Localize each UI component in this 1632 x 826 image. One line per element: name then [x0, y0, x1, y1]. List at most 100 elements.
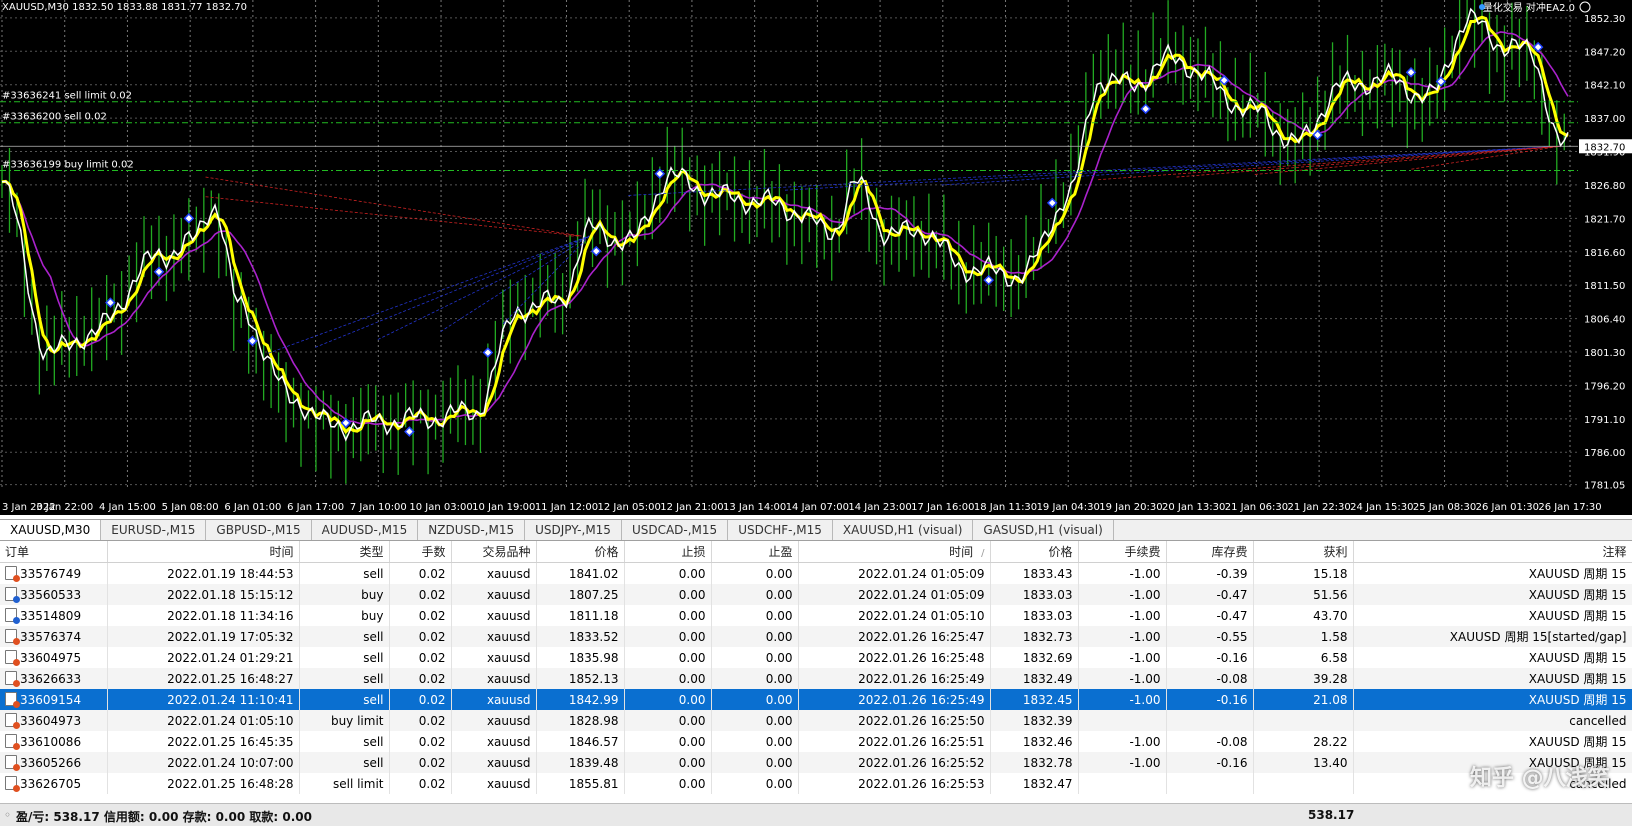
- trade-connector: [1411, 145, 1561, 170]
- table-row[interactable]: 33609154 2022.01.24 11:10:41 sell 0.02 xauus…: [0, 689, 1632, 710]
- lots-value: 0.02: [418, 713, 446, 728]
- open-time-value: 2022.01.24 10:07:00: [167, 755, 294, 770]
- column-header[interactable]: 止盈: [711, 541, 799, 563]
- cell-close-price: 1832.46: [990, 731, 1079, 752]
- trade-arrow-icon: [1532, 41, 1544, 53]
- price-tick-label: 1801.30: [1584, 348, 1625, 359]
- tab-usdchf-m15[interactable]: USDCHF-,M15: [728, 520, 833, 540]
- tp-value: 0.00: [765, 650, 793, 665]
- symbol-value: xauusd: [486, 650, 531, 665]
- cell-open-price: 1828.98: [536, 710, 625, 731]
- cell-open-price: 1841.02: [536, 562, 625, 584]
- time-tick-label: 12 Jan 21:00: [660, 502, 723, 513]
- sl-value: 0.00: [678, 692, 706, 707]
- cell-lots: 0.02: [389, 605, 452, 626]
- column-header[interactable]: 止损: [624, 541, 712, 563]
- tab-usdjpy-m15[interactable]: USDJPY-,M15: [525, 520, 622, 540]
- table-row[interactable]: 33626633 2022.01.25 16:48:27 sell 0.02 xauus…: [0, 668, 1632, 689]
- column-header[interactable]: 注释: [1353, 541, 1632, 563]
- table-row[interactable]: 33514809 2022.01.18 11:34:16 buy 0.02 xauusd…: [0, 605, 1632, 626]
- swap-value: -0.16: [1216, 650, 1248, 665]
- cell-swap: -0.16: [1166, 689, 1254, 710]
- swap-value: -0.55: [1216, 629, 1248, 644]
- trade-connector: [941, 145, 1561, 186]
- cell-open-time: 2022.01.24 10:07:00: [107, 752, 300, 773]
- table-row[interactable]: 33610086 2022.01.25 16:45:35 sell 0.02 xauus…: [0, 731, 1632, 752]
- smiley-icon: [1579, 1, 1591, 13]
- column-header[interactable]: 价格: [990, 541, 1079, 563]
- comment-value: XAUUSD 周期 15: [1528, 588, 1627, 602]
- cell-order: 33605266: [0, 752, 108, 773]
- cell-sl: 0.00: [624, 605, 712, 626]
- sell-trade-connector: [205, 196, 582, 237]
- cell-type: sell: [299, 752, 390, 773]
- tab-xauusd-h1-visual[interactable]: XAUUSD,H1 (visual): [833, 520, 974, 540]
- column-header[interactable]: 手续费: [1078, 541, 1167, 563]
- open-price-value: 1841.02: [568, 566, 619, 581]
- column-header[interactable]: 时间: [107, 541, 300, 563]
- open-time-value: 2022.01.18 15:15:12: [167, 587, 294, 602]
- cell-symbol: xauusd: [451, 562, 537, 584]
- order-value: 33514809: [20, 609, 82, 623]
- cell-profit: 43.70: [1253, 605, 1354, 626]
- commission-value: -1.00: [1129, 629, 1161, 644]
- commission-value: -1.00: [1129, 566, 1161, 581]
- cell-swap: -0.39: [1166, 562, 1254, 584]
- cell-close-price: 1832.78: [990, 752, 1079, 773]
- order-value: 33576749: [20, 567, 82, 581]
- cell-close-time: 2022.01.26 16:25:52: [798, 752, 991, 773]
- table-row[interactable]: 33626705 2022.01.25 16:48:28 sell limit 0.0…: [0, 773, 1632, 794]
- price-tick-label: 1806.40: [1584, 315, 1625, 326]
- sl-value: 0.00: [678, 776, 706, 791]
- column-header[interactable]: 时间 /: [798, 541, 991, 563]
- tab-audusd-m15[interactable]: AUDUSD-,M15: [312, 520, 419, 540]
- trade-arrow-icon: [1140, 103, 1151, 115]
- column-header[interactable]: 库存费: [1166, 541, 1254, 563]
- cell-comment: XAUUSD 周期 15: [1353, 562, 1632, 584]
- chart-canvas[interactable]: 3 Jan 20223 Jan 22:00 4 Jan 15:00 5 Jan 08…: [0, 0, 1632, 515]
- order-type-dot-icon: [13, 596, 20, 603]
- time-tick-label: 10 Jan 03:00: [409, 502, 472, 513]
- table-row[interactable]: 33604975 2022.01.24 01:29:21 sell 0.02 xauus…: [0, 647, 1632, 668]
- close-time-value: 2022.01.24 01:05:10: [858, 608, 985, 623]
- column-header[interactable]: 获利: [1253, 541, 1354, 563]
- cell-tp: 0.00: [711, 710, 799, 731]
- price-chart[interactable]: 3 Jan 2022 3 Jan 22:00 4 Jan 15:00 5 Jan 08…: [0, 0, 1632, 515]
- tab-usdcad-m15[interactable]: USDCAD-,M15: [622, 520, 729, 540]
- cell-profit: 1.58: [1253, 626, 1354, 647]
- time-tick-label: 26 Jan 17:30: [1538, 502, 1601, 513]
- order-document-icon: [5, 629, 20, 645]
- tab-xauusd-m30[interactable]: XAUUSD,M30: [0, 520, 102, 540]
- price-tick-label: 1826.80: [1584, 181, 1625, 192]
- column-header[interactable]: 价格: [536, 541, 625, 563]
- cell-swap: [1166, 710, 1254, 731]
- tab-eurusd-m15[interactable]: EURUSD-,M15: [101, 520, 207, 540]
- cell-type: buy limit: [299, 710, 390, 731]
- time-tick-label: 6 Jan 01:00: [224, 502, 281, 513]
- type-value: sell: [363, 566, 384, 581]
- cell-sl: 0.00: [624, 752, 712, 773]
- type-value: buy limit: [330, 713, 384, 728]
- column-header[interactable]: 类型: [299, 541, 390, 563]
- column-header-label: 止损: [681, 545, 706, 559]
- cell-swap: -0.08: [1166, 731, 1254, 752]
- cell-open-time: 2022.01.25 16:48:28: [107, 773, 300, 794]
- cell-open-time: 2022.01.19 18:44:53: [107, 562, 300, 584]
- table-row[interactable]: 33576374 2022.01.19 17:05:32 sell 0.02 xauus…: [0, 626, 1632, 647]
- cell-lots: 0.02: [389, 626, 452, 647]
- tab-nzdusd-m15[interactable]: NZDUSD-,M15: [418, 520, 526, 540]
- column-header[interactable]: 手数: [389, 541, 452, 563]
- time-tick-label: 14 Jan 07:00: [786, 502, 849, 513]
- cell-profit: 21.08: [1253, 689, 1354, 710]
- tab-gasusd-h1-visual[interactable]: GASUSD,H1 (visual): [973, 520, 1114, 540]
- cell-symbol: xauusd: [451, 668, 537, 689]
- table-row[interactable]: 33604973 2022.01.24 01:05:10 buy limit 0.02…: [0, 710, 1632, 731]
- tab-gbpusd-m15[interactable]: GBPUSD-,M15: [206, 520, 312, 540]
- trade-arrow-icon: [247, 335, 258, 347]
- time-tick-label: 13 Jan 14:00: [723, 502, 786, 513]
- table-row[interactable]: 33576749 2022.01.19 18:44:53 sell 0.02 xauus…: [0, 562, 1632, 584]
- column-header[interactable]: 交易品种: [451, 541, 537, 563]
- table-row[interactable]: 33560533 2022.01.18 15:15:12 buy 0.02 xauusd…: [0, 584, 1632, 605]
- column-header[interactable]: 订单: [0, 541, 108, 563]
- table-row[interactable]: 33605266 2022.01.24 10:07:00 sell 0.02 xauus…: [0, 752, 1632, 773]
